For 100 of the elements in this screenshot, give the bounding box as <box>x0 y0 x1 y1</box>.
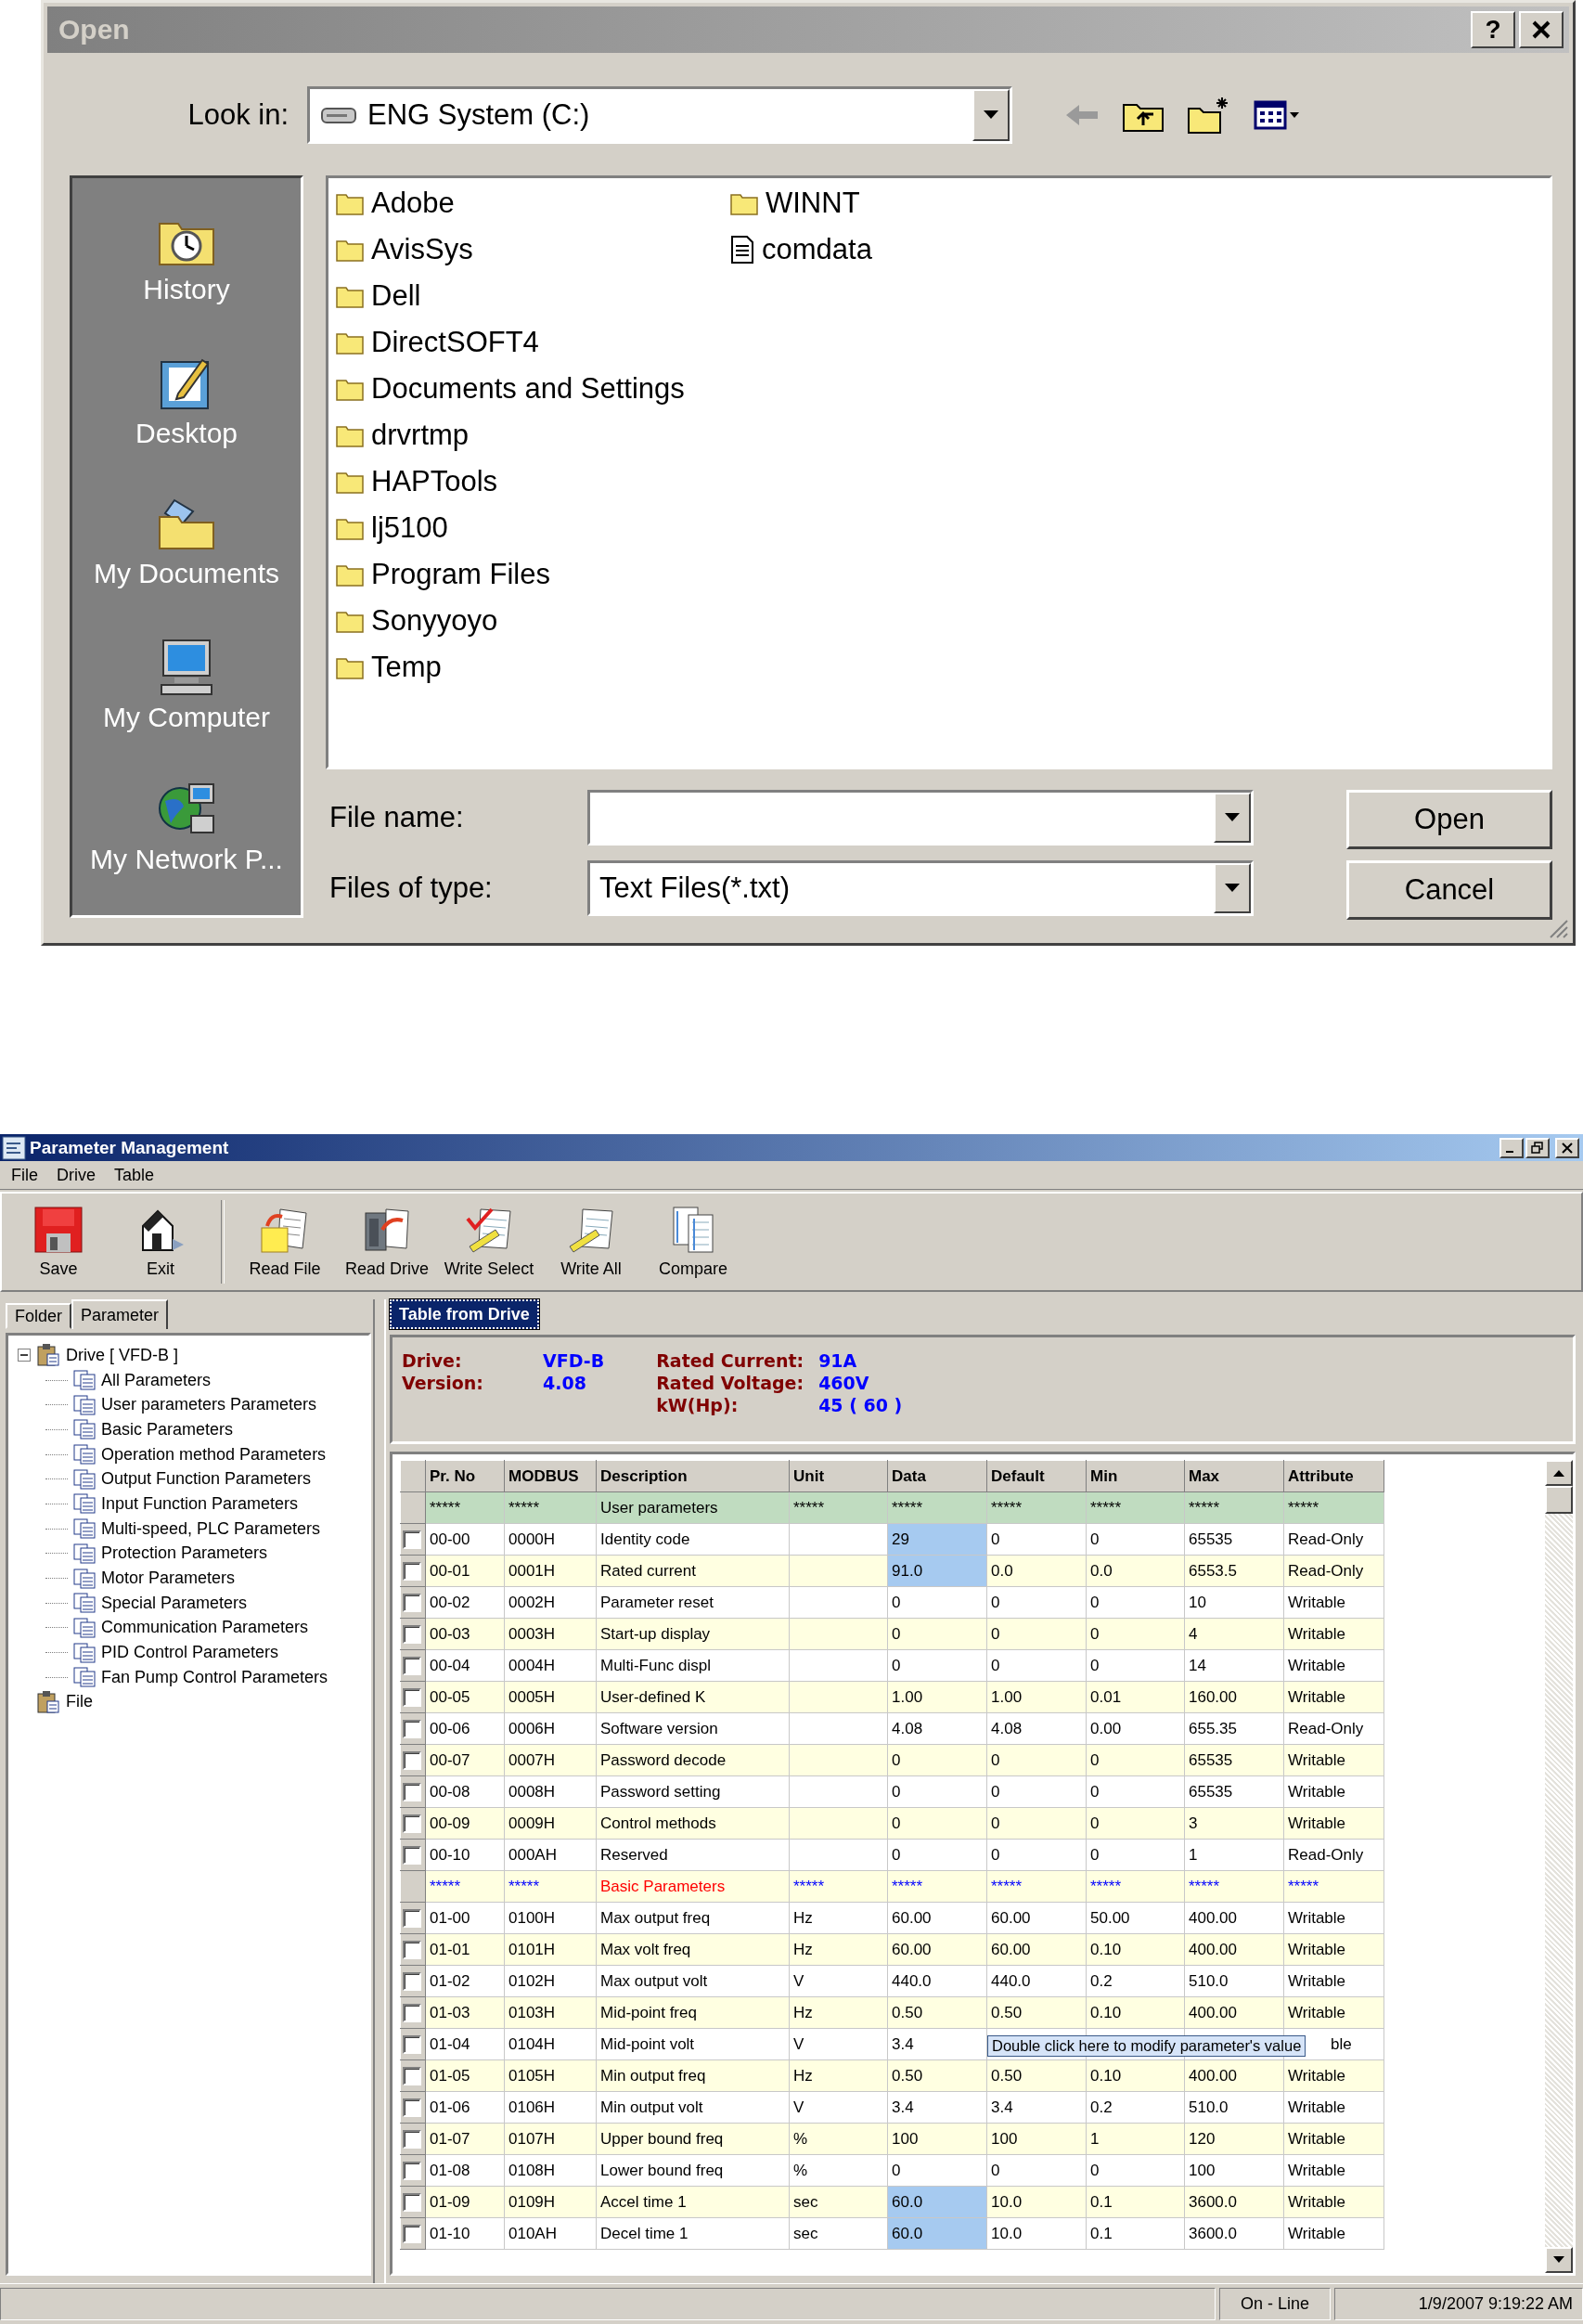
tree-item[interactable]: User parameters Parameters <box>101 1395 317 1415</box>
look-in-dropdown[interactable]: ENG System (C:) <box>307 86 1012 144</box>
splitter[interactable] <box>373 1299 386 2283</box>
tree-item[interactable]: Drive [ VFD-B ] <box>66 1345 178 1365</box>
toolbar-button[interactable]: Read Drive <box>336 1195 438 1288</box>
place-item[interactable]: Desktop <box>135 329 238 471</box>
tree-item[interactable]: Operation method Parameters <box>101 1444 327 1465</box>
help-button[interactable]: ? <box>1471 11 1515 48</box>
list-entry[interactable]: Adobe <box>336 187 455 220</box>
table-cell: 400.00 <box>1189 2003 1237 2021</box>
table-cell: User-defined K <box>600 1687 706 1706</box>
row-checkbox[interactable] <box>403 2003 421 2022</box>
list-entry[interactable]: drvrtmp <box>336 419 470 452</box>
row-checkbox[interactable] <box>403 1561 421 1581</box>
tree-item[interactable]: Fan Pump Control Parameters <box>101 1667 328 1687</box>
column-header[interactable]: Max <box>1184 1460 1284 1492</box>
column-header[interactable]: Unit <box>789 1460 888 1492</box>
place-item[interactable]: My Network P... <box>90 755 283 897</box>
row-checkbox[interactable] <box>403 2224 421 2243</box>
row-checkbox[interactable] <box>403 2066 421 2085</box>
list-entry[interactable]: WINNT <box>730 187 860 220</box>
row-checkbox[interactable] <box>403 1971 421 1991</box>
toolbar-button[interactable]: Write Select <box>438 1195 540 1288</box>
column-header[interactable]: Min <box>1086 1460 1185 1492</box>
column-header[interactable]: MODBUS <box>504 1460 597 1492</box>
collapse-toggle-icon[interactable] <box>18 1349 31 1362</box>
scroll-thumb[interactable] <box>1545 1486 1573 1514</box>
cancel-button[interactable]: Cancel <box>1346 860 1552 920</box>
tab[interactable]: Parameter <box>71 1299 169 1329</box>
tree-item[interactable]: Special Parameters <box>101 1593 248 1613</box>
tree-item[interactable]: PID Control Parameters <box>101 1643 279 1663</box>
scroll-up-arrow-icon[interactable] <box>1553 1469 1564 1477</box>
file-name-field[interactable] <box>587 790 1254 846</box>
toolbar-button[interactable]: Compare <box>642 1195 744 1288</box>
toolbar-button[interactable]: Write All <box>540 1195 642 1288</box>
row-checkbox[interactable] <box>403 1719 421 1738</box>
list-entry[interactable]: Program Files <box>336 558 550 591</box>
drive-icon <box>321 105 356 125</box>
file-type-dropdown[interactable]: Text Files(*.txt) <box>587 860 1254 916</box>
tree-item[interactable]: Input Function Parameters <box>101 1493 299 1514</box>
place-item[interactable]: My Computer <box>102 613 270 755</box>
table-cell: 0101H <box>508 1940 556 1958</box>
column-header[interactable]: Data <box>887 1460 987 1492</box>
row-checkbox[interactable] <box>403 2034 421 2054</box>
row-checkbox[interactable] <box>403 1593 421 1612</box>
list-entry[interactable]: Documents and Settings <box>336 372 685 406</box>
minimize-button[interactable] <box>1499 1137 1524 1158</box>
tree-item[interactable]: All Parameters <box>101 1370 212 1390</box>
tree-item[interactable]: Basic Parameters <box>101 1419 234 1440</box>
tree-item[interactable]: Protection Parameters <box>101 1543 268 1564</box>
list-entry[interactable]: Sonyyoyo <box>336 604 498 638</box>
menu-item[interactable]: Drive <box>49 1165 104 1185</box>
row-checkbox[interactable] <box>403 2192 421 2212</box>
row-checkbox[interactable] <box>403 2129 421 2149</box>
row-checkbox[interactable] <box>403 2098 421 2117</box>
tree-item[interactable]: Communication Parameters <box>101 1618 309 1638</box>
toolbar-button[interactable]: Exit <box>109 1195 212 1288</box>
close-button[interactable] <box>1555 1137 1579 1158</box>
list-entry[interactable]: comdata <box>730 233 872 266</box>
column-header[interactable]: Default <box>986 1460 1087 1492</box>
vertical-scrollbar[interactable] <box>1545 1460 1573 2273</box>
row-checkbox[interactable] <box>403 1814 421 1833</box>
column-header[interactable]: Attribute <box>1283 1460 1384 1492</box>
list-entry[interactable]: Dell <box>336 279 421 313</box>
row-checkbox[interactable] <box>403 1750 421 1770</box>
list-entry[interactable]: AvisSys <box>336 233 473 266</box>
tree-item[interactable]: Motor Parameters <box>101 1569 236 1589</box>
open-button[interactable]: Open <box>1346 790 1552 849</box>
row-checkbox[interactable] <box>403 1656 421 1675</box>
scroll-down-arrow-icon[interactable] <box>1553 2256 1564 2264</box>
row-checkbox[interactable] <box>403 1940 421 1959</box>
menu-item[interactable]: File <box>4 1165 45 1185</box>
row-checkbox[interactable] <box>403 2161 421 2180</box>
list-entry[interactable]: HAPTools <box>336 465 498 498</box>
row-checkbox[interactable] <box>403 1908 421 1928</box>
list-entry[interactable]: lj5100 <box>336 511 448 545</box>
close-button[interactable] <box>1519 11 1564 48</box>
toolbar-button[interactable]: Read File <box>234 1195 336 1288</box>
clipboard-icon <box>36 1343 60 1368</box>
row-checkbox[interactable] <box>403 1530 421 1549</box>
row-checkbox[interactable] <box>403 1845 421 1865</box>
restore-button[interactable] <box>1525 1137 1550 1158</box>
column-header[interactable]: Description <box>596 1460 790 1492</box>
toolbar-button[interactable]: Save <box>7 1195 109 1288</box>
place-item[interactable]: My Documents <box>93 471 280 613</box>
table-cell: 100 <box>892 2129 919 2148</box>
row-checkbox[interactable] <box>403 1687 421 1707</box>
menu-item[interactable]: Table <box>107 1165 162 1185</box>
column-header[interactable]: Pr. No <box>425 1460 505 1492</box>
place-item[interactable]: History <box>143 187 230 329</box>
list-entry[interactable]: Temp <box>336 651 442 684</box>
tree-item[interactable]: Output Function Parameters <box>101 1469 312 1490</box>
tab[interactable]: Folder <box>6 1303 72 1329</box>
tree-item[interactable]: File <box>66 1692 93 1712</box>
tab[interactable]: Table from Drive <box>390 1299 539 1329</box>
view-menu-icon[interactable] <box>1254 99 1300 131</box>
row-checkbox[interactable] <box>403 1624 421 1644</box>
list-entry[interactable]: DirectSOFT4 <box>336 326 539 359</box>
tree-item[interactable]: Multi-speed, PLC Parameters <box>101 1518 321 1539</box>
row-checkbox[interactable] <box>403 1782 421 1801</box>
